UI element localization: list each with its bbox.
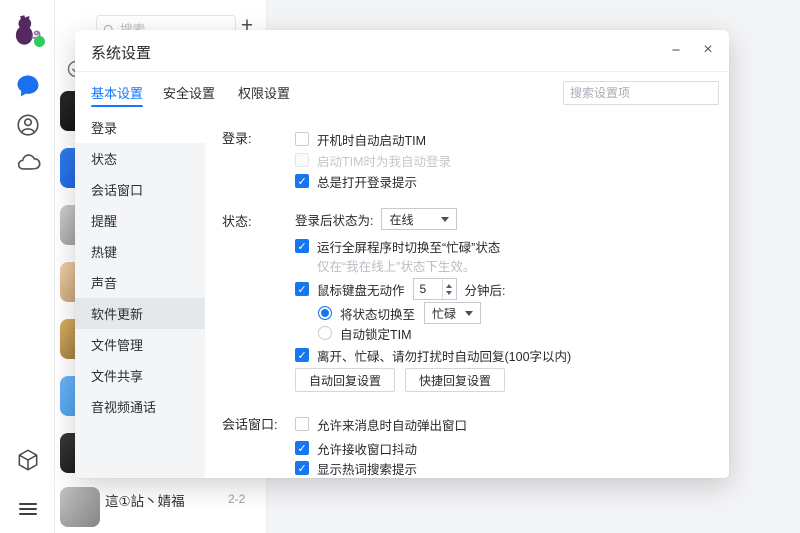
sidebar-item-status[interactable]: 状态: [75, 143, 205, 174]
sidebar-item-software-update[interactable]: 软件更新: [75, 298, 205, 329]
radio-label: 将状态切换至: [340, 304, 415, 323]
checkbox-label: 允许来消息时自动弹出窗口: [317, 415, 467, 434]
checkbox-label: 运行全屏程序时切换至“忙碌”状态: [317, 237, 500, 256]
radio-lock-tim[interactable]: [318, 326, 332, 340]
dialog-title: 系统设置: [91, 42, 151, 63]
checkbox-idle[interactable]: [295, 282, 309, 296]
row-idle-lock: 自动锁定TIM: [318, 323, 412, 343]
user-avatar[interactable]: [9, 11, 47, 49]
chevron-down-icon: [441, 217, 449, 222]
checkbox-window-shake[interactable]: [295, 441, 309, 455]
auto-reply-settings-button[interactable]: 自动回复设置: [295, 368, 395, 392]
tab-permission-settings[interactable]: 权限设置: [238, 72, 290, 112]
helper-text: 仅在“我在线上”状态下生效。: [317, 256, 475, 275]
row-window-shake: 允许接收窗口抖动: [295, 438, 417, 458]
sidebar-item-sound[interactable]: 声音: [75, 267, 205, 298]
sidebar-item-login[interactable]: 登录: [75, 112, 205, 143]
idle-minutes-stepper[interactable]: 5: [413, 278, 457, 300]
checkbox-label: 允许接收窗口抖动: [317, 439, 417, 458]
settings-dialog: 系统设置 − × 基本设置 安全设置 权限设置 登录 状态 会话窗口 提醒 热键…: [75, 30, 729, 478]
stepper-arrows[interactable]: [442, 279, 456, 299]
busy-dropdown[interactable]: 忙碌: [424, 302, 481, 324]
list-item-time: 2-2: [228, 492, 245, 506]
sidebar-item-file-sharing[interactable]: 文件共享: [75, 360, 205, 391]
row-after-login-status: 登录后状态为: 在线: [295, 207, 457, 231]
row-reply-buttons: 自动回复设置 快捷回复设置: [295, 367, 505, 393]
idle-minutes-value: 5: [414, 279, 442, 299]
contact-avatar[interactable]: [60, 487, 100, 527]
tab-security-settings[interactable]: 安全设置: [163, 72, 215, 112]
list-item-name[interactable]: 這①詀丶婧福: [105, 490, 185, 510]
contacts-icon[interactable]: [0, 112, 55, 138]
row-fullscreen-busy: 运行全屏程序时切换至“忙碌”状态: [295, 236, 500, 256]
idle-suffix-label: 分钟后:: [465, 280, 506, 299]
arrow-down-icon[interactable]: [446, 291, 452, 295]
menu-icon[interactable]: [0, 500, 55, 518]
sidebar-item-hotkey[interactable]: 热键: [75, 236, 205, 267]
tab-bar: 基本设置 安全设置 权限设置: [75, 72, 729, 112]
checkbox-login-prompt[interactable]: [295, 174, 309, 188]
checkbox-label: 开机时自动启动TIM: [317, 130, 426, 149]
online-status-dot: [34, 36, 45, 47]
checkbox-auto-login[interactable]: [295, 153, 309, 167]
settings-search-input[interactable]: [570, 86, 725, 100]
tab-basic-settings[interactable]: 基本设置: [91, 72, 143, 112]
sidebar-item-av-call[interactable]: 音视频通话: [75, 391, 205, 422]
app-box-icon[interactable]: [0, 447, 55, 473]
settings-search-box[interactable]: [563, 81, 719, 105]
messages-icon[interactable]: [0, 72, 55, 100]
status-dropdown-value: 在线: [389, 211, 413, 228]
sidebar-item-reminder[interactable]: 提醒: [75, 205, 205, 236]
section-label-chat-window: 会话窗口:: [222, 414, 278, 433]
after-login-label: 登录后状态为:: [295, 210, 373, 229]
status-dropdown[interactable]: 在线: [381, 208, 457, 230]
section-label-login: 登录:: [222, 128, 252, 147]
minimize-button[interactable]: −: [663, 37, 689, 63]
cloud-icon[interactable]: [0, 150, 55, 176]
sidebar-item-chat-window[interactable]: 会话窗口: [75, 174, 205, 205]
checkbox-label: 显示热词搜索提示: [317, 459, 417, 478]
settings-content: 登录: 开机时自动启动TIM 启动TIM时为我自动登录 总是打开登录提示 状态:…: [205, 112, 729, 478]
sidebar-item-file-management[interactable]: 文件管理: [75, 329, 205, 360]
checkbox-label: 总是打开登录提示: [317, 172, 417, 191]
row-auto-reply: 离开、忙碌、请勿打扰时自动回复(100字以内): [295, 345, 571, 365]
radio-label: 自动锁定TIM: [340, 324, 412, 343]
row-login-prompt: 总是打开登录提示: [295, 171, 417, 191]
quick-reply-settings-button[interactable]: 快捷回复设置: [405, 368, 505, 392]
chevron-down-icon: [465, 311, 473, 316]
radio-switch-status[interactable]: [318, 306, 332, 320]
row-idle-timeout: 鼠标键盘无动作 5 分钟后:: [295, 277, 506, 301]
checkbox-auto-popup[interactable]: [295, 417, 309, 431]
busy-dropdown-value: 忙碌: [432, 305, 456, 322]
app-sidebar: [0, 0, 55, 533]
checkbox-auto-start[interactable]: [295, 132, 309, 146]
checkbox-auto-reply[interactable]: [295, 348, 309, 362]
row-idle-switch-status: 将状态切换至 忙碌: [318, 301, 481, 325]
checkbox-fullscreen-busy[interactable]: [295, 239, 309, 253]
arrow-up-icon[interactable]: [446, 284, 452, 288]
checkbox-label: 离开、忙碌、请勿打扰时自动回复(100字以内): [317, 346, 571, 365]
close-button[interactable]: ×: [695, 37, 721, 63]
row-hot-word: 显示热词搜索提示: [295, 458, 417, 478]
settings-nav: 登录 状态 会话窗口 提醒 热键 声音 软件更新 文件管理 文件共享 音视频通话: [75, 112, 205, 478]
idle-prefix-label: 鼠标键盘无动作: [317, 280, 405, 299]
checkbox-label: 启动TIM时为我自动登录: [317, 151, 451, 170]
row-auto-popup: 允许来消息时自动弹出窗口: [295, 414, 467, 434]
row-auto-login: 启动TIM时为我自动登录: [295, 150, 451, 170]
app-window: + 這①詀丶婧福 2-2 系统设置 − × 基本设置 安全设置 权限设置: [0, 0, 800, 533]
row-fullscreen-note: 仅在“我在线上”状态下生效。: [317, 255, 475, 275]
checkbox-hot-word[interactable]: [295, 461, 309, 475]
dialog-body: 登录 状态 会话窗口 提醒 热键 声音 软件更新 文件管理 文件共享 音视频通话…: [75, 112, 729, 478]
dialog-header: 系统设置 − ×: [75, 30, 729, 72]
section-label-status: 状态:: [222, 211, 252, 230]
row-auto-start: 开机时自动启动TIM: [295, 129, 426, 149]
